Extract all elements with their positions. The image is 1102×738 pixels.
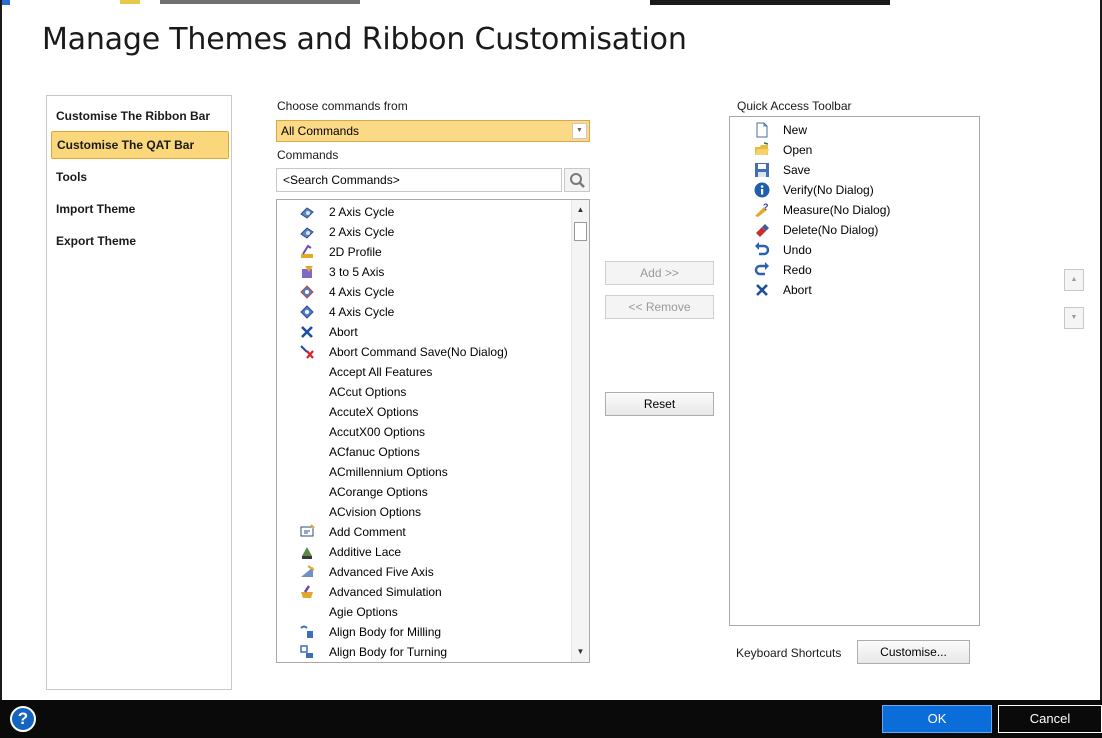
list-item[interactable]: Additive Lace <box>299 542 565 562</box>
list-item[interactable]: Abort <box>299 322 565 342</box>
commands-scrollbar[interactable]: ▲ ▼ <box>571 200 589 662</box>
list-item[interactable]: Align Body for Milling <box>299 622 565 642</box>
advanced-simulation-icon <box>301 585 313 598</box>
list-item[interactable]: AccuteX Options <box>299 402 565 422</box>
customise-shortcuts-button[interactable]: Customise... <box>857 640 970 664</box>
list-item[interactable]: Align Body for Turning <box>299 642 565 662</box>
list-item[interactable]: 4 Axis Cycle <box>299 302 565 322</box>
abort-x-icon <box>756 284 768 296</box>
info-verify-icon <box>754 182 770 198</box>
list-item[interactable]: ACcut Options <box>299 382 565 402</box>
scroll-down-icon[interactable]: ▼ <box>572 644 589 660</box>
additive-lace-icon <box>302 547 312 559</box>
save-disk-icon <box>755 163 769 177</box>
axis-cycle-4-icon <box>300 305 314 319</box>
search-button[interactable] <box>564 168 590 192</box>
redo-arrow-icon <box>754 262 769 276</box>
nav-item-tools[interactable]: Tools <box>51 163 229 191</box>
axis-cycle-icon <box>300 227 314 239</box>
commands-list[interactable]: 2 Axis Cycle 2 Axis Cycle 2D Profile 3 t… <box>276 199 590 663</box>
add-button[interactable]: Add >> <box>605 261 714 285</box>
list-item[interactable]: 2 Axis Cycle <box>299 202 565 222</box>
list-item[interactable]: 4 Axis Cycle <box>299 282 565 302</box>
move-down-button[interactable]: ▼ <box>1064 307 1084 329</box>
qat-list[interactable]: New Open Save Verify(No Dialog) ? Measur… <box>729 116 980 626</box>
dialog-title: Manage Themes and Ribbon Customisation <box>42 22 687 57</box>
list-item[interactable]: 2 Axis Cycle <box>299 222 565 242</box>
background-window-strip <box>0 0 1102 5</box>
add-comment-icon <box>300 524 315 537</box>
nav-item-customise-ribbon[interactable]: Customise The Ribbon Bar <box>51 102 229 130</box>
list-item[interactable]: Advanced Simulation <box>299 582 565 602</box>
qat-label: Quick Access Toolbar <box>737 99 852 113</box>
list-item[interactable]: AccutX00 Options <box>299 422 565 442</box>
remove-button[interactable]: << Remove <box>605 295 714 319</box>
list-item[interactable]: Abort <box>754 280 974 300</box>
cancel-button[interactable]: Cancel <box>998 705 1102 733</box>
move-up-button[interactable]: ▲ <box>1064 269 1084 291</box>
open-folder-icon <box>755 142 769 155</box>
dialog-border-left <box>0 0 2 700</box>
ok-button[interactable]: OK <box>882 705 992 733</box>
axis-cycle-4-icon <box>300 285 314 299</box>
list-item[interactable]: ACfanuc Options <box>299 442 565 462</box>
list-item[interactable]: Delete(No Dialog) <box>754 220 974 240</box>
nav-panel: Customise The Ribbon Bar Customise The Q… <box>46 95 232 690</box>
search-commands-input[interactable]: <Search Commands> <box>276 168 562 192</box>
nav-item-customise-qat[interactable]: Customise The QAT Bar <box>51 131 229 159</box>
choose-commands-select[interactable]: All Commands ▼ <box>276 120 590 142</box>
advanced-five-axis-icon <box>301 565 315 577</box>
list-item[interactable]: New <box>754 120 974 140</box>
abort-save-icon <box>300 345 314 359</box>
list-item[interactable]: 2D Profile <box>299 242 565 262</box>
list-item[interactable]: Undo <box>754 240 974 260</box>
keyboard-shortcuts-label: Keyboard Shortcuts <box>736 646 842 660</box>
scroll-thumb[interactable] <box>574 222 587 241</box>
list-item[interactable]: ACmillennium Options <box>299 462 565 482</box>
list-item[interactable]: 3 to 5 Axis <box>299 262 565 282</box>
list-item[interactable]: Abort Command Save(No Dialog) <box>299 342 565 362</box>
list-item[interactable]: Redo <box>754 260 974 280</box>
help-icon[interactable]: ? <box>10 706 36 732</box>
list-item[interactable]: Open <box>754 140 974 160</box>
profile-2d-icon <box>301 244 313 258</box>
list-item[interactable]: Verify(No Dialog) <box>754 180 974 200</box>
list-item[interactable]: Advanced Five Axis <box>299 562 565 582</box>
align-turning-icon <box>300 645 313 658</box>
commands-label: Commands <box>277 148 339 162</box>
nav-item-import-theme[interactable]: Import Theme <box>51 195 229 223</box>
svg-text:?: ? <box>763 202 769 212</box>
choose-commands-value: All Commands <box>281 124 360 138</box>
list-item[interactable]: Save <box>754 160 974 180</box>
axis-3to5-icon <box>302 266 313 278</box>
list-item[interactable]: ? Measure(No Dialog) <box>754 200 974 220</box>
chevron-down-icon[interactable]: ▼ <box>572 123 587 139</box>
list-item[interactable]: ACvision Options <box>299 502 565 522</box>
scroll-up-icon[interactable]: ▲ <box>572 202 589 218</box>
undo-arrow-icon <box>755 242 770 256</box>
axis-cycle-icon <box>300 207 314 219</box>
choose-commands-label: Choose commands from <box>277 99 408 113</box>
abort-x-icon <box>301 326 313 338</box>
list-item[interactable]: ACorange Options <box>299 482 565 502</box>
list-item[interactable]: Add Comment <box>299 522 565 542</box>
new-file-icon <box>756 122 768 138</box>
reset-button[interactable]: Reset <box>605 392 714 416</box>
list-item[interactable]: Agie Options <box>299 602 565 622</box>
delete-eraser-icon <box>756 224 769 237</box>
measure-icon: ? <box>755 202 769 217</box>
align-milling-icon <box>300 625 313 638</box>
search-icon <box>570 173 585 188</box>
list-item[interactable]: Accept All Features <box>299 362 565 382</box>
nav-item-export-theme[interactable]: Export Theme <box>51 227 229 255</box>
